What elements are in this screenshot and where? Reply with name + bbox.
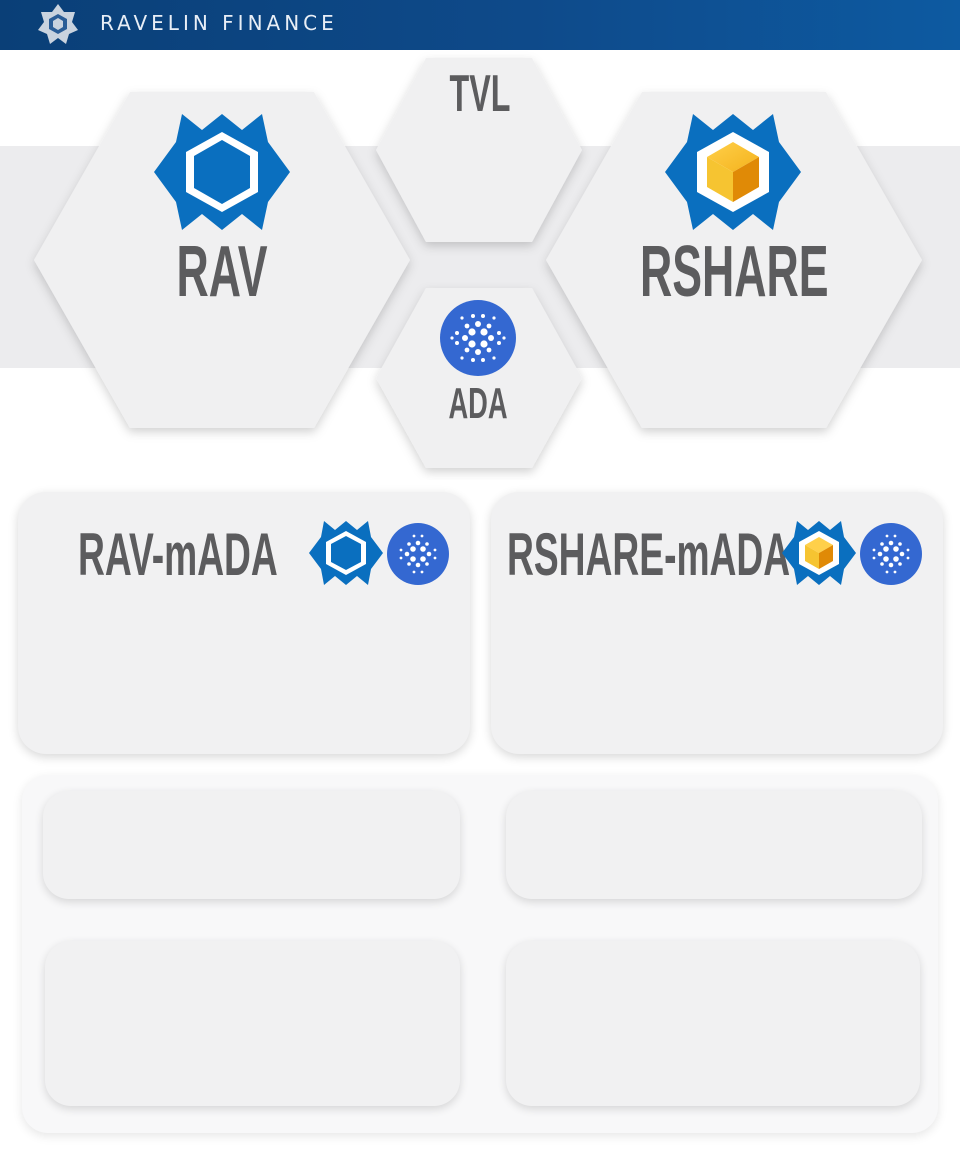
stat-slot[interactable]: [43, 791, 460, 899]
rav-label: RAV: [176, 232, 268, 312]
stat-slot[interactable]: [506, 791, 922, 899]
ada-token-icon: [387, 523, 449, 585]
stats-panel: [22, 775, 938, 1133]
stat-slot[interactable]: [506, 941, 920, 1106]
rav-mada-card[interactable]: RAV-mADA: [18, 492, 470, 754]
top-bar: RAVELIN FINANCE: [0, 0, 960, 50]
rshare-token-icon: [782, 521, 856, 585]
pair-title: RSHARE-mADA: [507, 521, 791, 588]
tvl-label: TVL: [449, 65, 511, 123]
rshare-label: RSHARE: [640, 232, 829, 312]
ravelin-logo-icon[interactable]: [34, 2, 82, 46]
ada-token-icon: [860, 523, 922, 585]
brand-name[interactable]: RAVELIN FINANCE: [100, 11, 338, 35]
pair-title: RAV-mADA: [78, 521, 278, 588]
rshare-mada-card[interactable]: RSHARE-mADA: [491, 492, 943, 754]
rav-token-icon: [309, 521, 383, 585]
stat-slot[interactable]: [45, 941, 460, 1106]
ada-label: ADA: [448, 379, 508, 428]
